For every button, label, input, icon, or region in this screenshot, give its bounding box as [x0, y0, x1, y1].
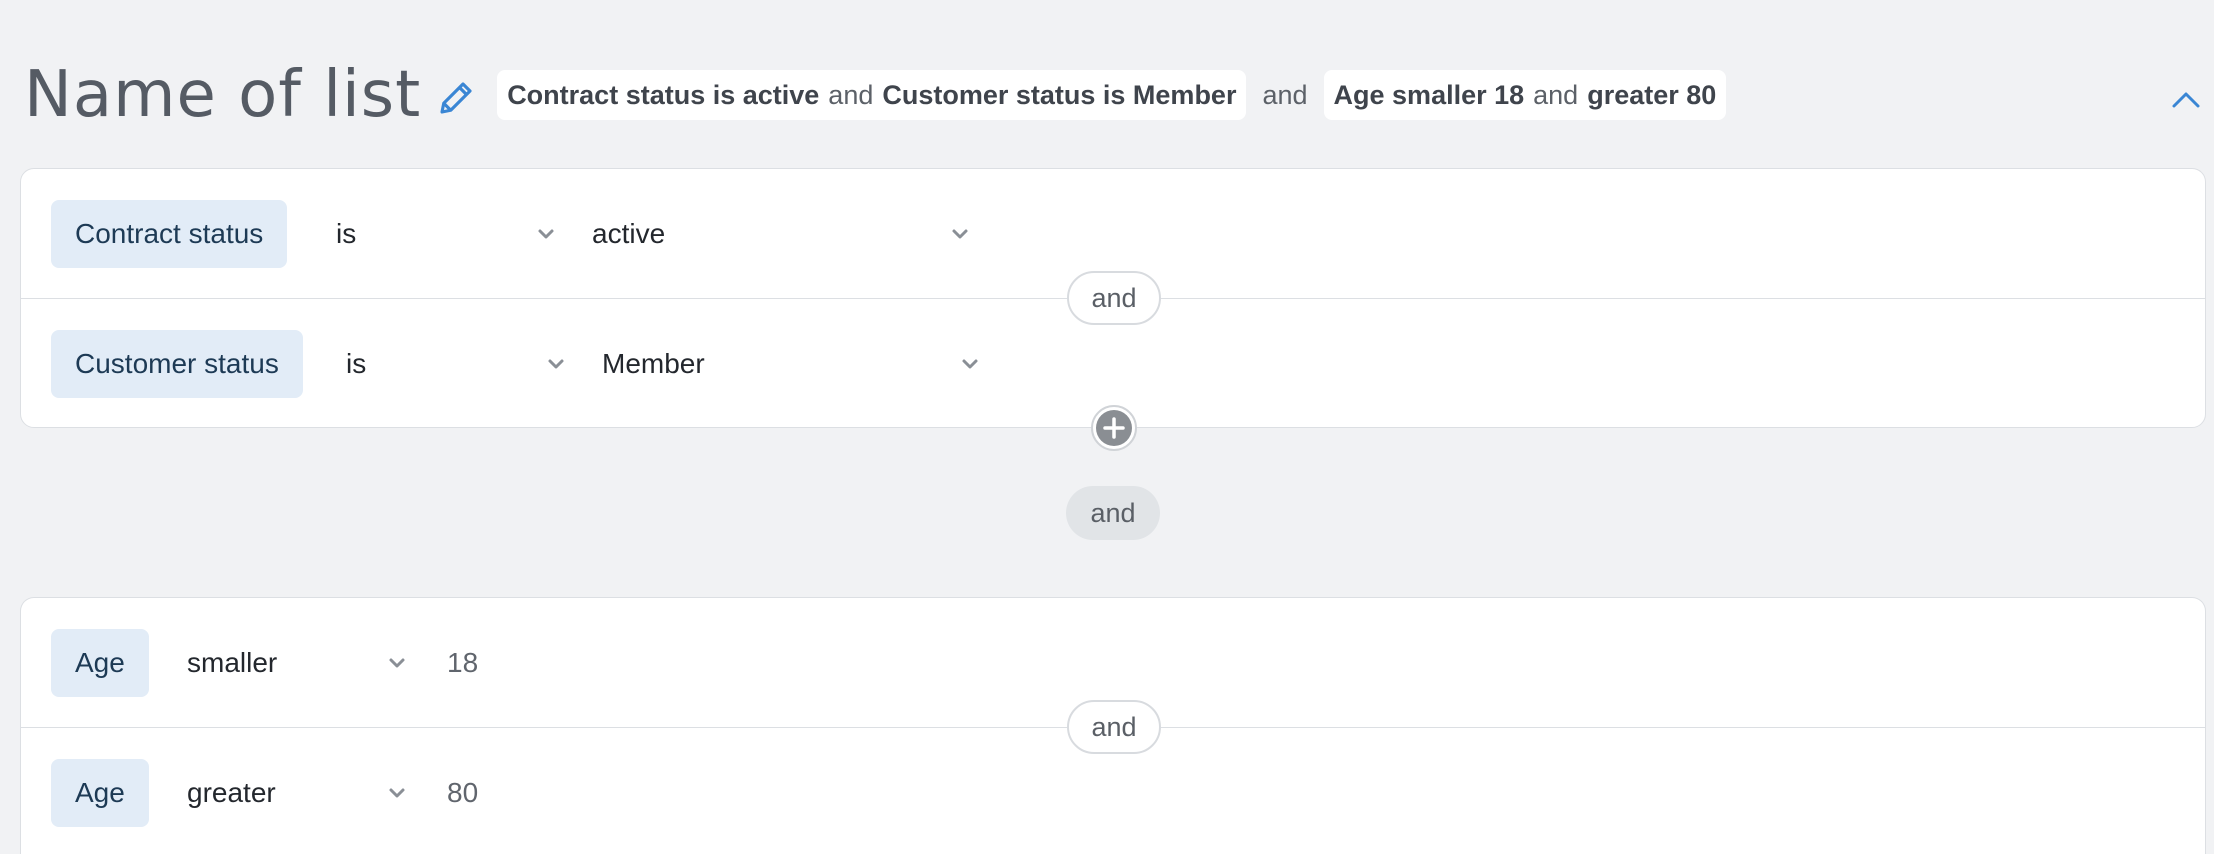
chevron-down-icon: [952, 229, 968, 239]
summary-condition: Age smaller 18: [1333, 79, 1525, 110]
summary-chip-group-1[interactable]: Contract status is active and Customer s…: [497, 70, 1247, 120]
value-select[interactable]: active: [592, 200, 970, 268]
chevron-down-icon: [538, 229, 554, 239]
chevron-down-icon: [962, 359, 978, 369]
field-chip[interactable]: Age: [51, 629, 149, 697]
chevron-down-icon: [548, 359, 564, 369]
operator-value: is: [346, 348, 367, 379]
summary-chip-group-2[interactable]: Age smaller 18 and greater 80: [1323, 70, 1727, 120]
operator-select[interactable]: smaller: [187, 629, 407, 697]
condition-value[interactable]: 80: [447, 759, 478, 827]
operator-select[interactable]: greater: [187, 759, 407, 827]
operator-select[interactable]: is: [346, 330, 566, 398]
operator-value: is: [336, 218, 357, 249]
condition-group-2: Age smaller 18 and Age greater 80: [20, 597, 2206, 854]
operator-value: greater: [187, 777, 276, 808]
operator-value: smaller: [187, 647, 278, 678]
add-condition-button[interactable]: [1091, 405, 1137, 451]
pencil-icon[interactable]: [435, 77, 477, 119]
chevron-down-icon: [389, 788, 405, 798]
condition-row: Age greater 80: [21, 728, 2205, 854]
summary-condition: Customer status is Member: [882, 79, 1237, 110]
summary-condition: Contract status is active: [507, 79, 820, 110]
group-connector-and[interactable]: and: [1066, 486, 1160, 540]
page-title: Name of list: [24, 58, 422, 132]
field-chip[interactable]: Contract status: [51, 200, 288, 268]
summary-condition: greater 80: [1587, 79, 1717, 110]
field-chip[interactable]: Customer status: [51, 330, 303, 398]
value-select[interactable]: Member: [602, 330, 980, 398]
list-header: Name of list Contract status is active a…: [24, 50, 1727, 140]
summary-conjunction: and: [828, 79, 874, 110]
condition-value[interactable]: 18: [447, 629, 478, 697]
chevron-up-icon[interactable]: [2168, 82, 2204, 118]
condition-value: Member: [602, 348, 705, 379]
summary-conjunction: and: [1533, 79, 1579, 110]
condition-value: active: [592, 218, 666, 249]
chevron-down-icon: [389, 658, 405, 668]
field-chip[interactable]: Age: [51, 759, 149, 827]
operator-select[interactable]: is: [336, 200, 556, 268]
condition-group-1: Contract status is active and Customer s…: [20, 168, 2206, 451]
summary-group-conjunction: and: [1262, 79, 1308, 110]
plus-circle-icon: [1096, 410, 1132, 446]
